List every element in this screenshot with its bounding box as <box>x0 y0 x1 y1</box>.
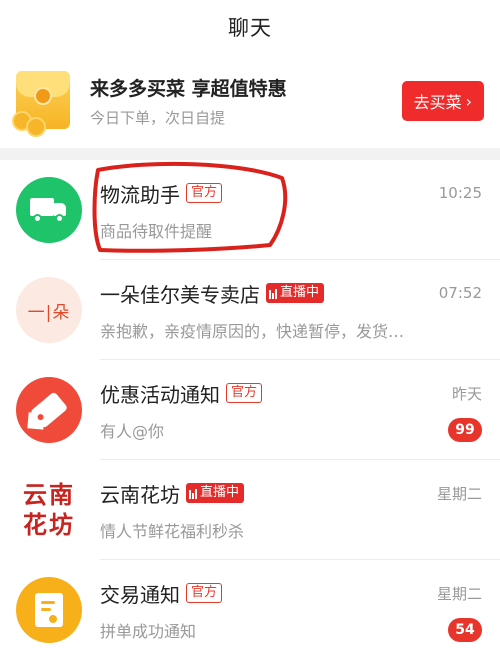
tag-icon <box>29 391 69 429</box>
shop-logo-line1: 云南 <box>23 480 75 509</box>
chat-preview: 情人节鲜花福利秒杀 <box>100 521 245 541</box>
live-badge: 直播中 <box>186 483 245 503</box>
avatar <box>16 177 82 243</box>
avatar: 云南 花坊 <box>16 477 82 543</box>
top-bar: 聊天 <box>0 0 500 54</box>
avatar <box>16 377 82 443</box>
banner-title: 来多多买菜 享超值特惠 <box>90 78 287 100</box>
buy-button-label: 去买菜 <box>413 93 462 112</box>
chat-time: 10:25 <box>438 184 482 202</box>
chevron-right-icon: › <box>465 91 472 111</box>
chat-time: 07:52 <box>438 284 482 302</box>
chat-preview: 拼单成功通知 <box>100 621 197 641</box>
official-badge: 官方 <box>186 583 223 603</box>
chat-time: 星期二 <box>436 584 482 603</box>
live-badge: 直播中 <box>266 283 325 303</box>
chat-preview: 商品待取件提醒 <box>100 221 213 241</box>
chat-name: 物流助手 <box>100 182 180 207</box>
store-logo: 一|朵 <box>27 302 71 323</box>
official-badge: 官方 <box>226 383 263 403</box>
truck-icon <box>30 198 68 223</box>
live-bars-icon <box>189 488 197 499</box>
buy-groceries-button[interactable]: 去买菜 › <box>401 81 484 121</box>
avatar <box>16 577 82 643</box>
unread-count-badge: 54 <box>448 617 482 642</box>
live-bars-icon <box>269 288 277 299</box>
document-icon <box>35 593 63 627</box>
chat-preview: 亲抱歉，亲疫情原因的，快递暂停，发货… <box>100 321 405 341</box>
chat-list: 物流助手 官方 10:25 商品待取件提醒 一|朵 一朵佳尔美专卖店 直播中 0… <box>0 160 500 660</box>
chat-preview: 有人@你 <box>100 421 165 441</box>
red-envelope-icon <box>10 65 76 137</box>
live-badge-label: 直播中 <box>200 485 240 500</box>
chat-name: 一朵佳尔美专卖店 <box>100 282 260 307</box>
chat-name: 交易通知 <box>100 582 180 607</box>
section-divider <box>0 148 500 160</box>
official-badge: 官方 <box>186 183 223 203</box>
unread-count-badge: 99 <box>448 417 482 442</box>
chat-item-transactions[interactable]: 交易通知 官方 星期二 拼单成功通知 54 <box>0 560 500 660</box>
chat-time: 星期二 <box>436 484 482 503</box>
chat-time: 昨天 <box>451 384 482 403</box>
shop-logo-line2: 花坊 <box>23 510 75 539</box>
chat-item-promotions[interactable]: 优惠活动通知 官方 昨天 有人@你 99 <box>0 360 500 460</box>
promo-banner[interactable]: 来多多买菜 享超值特惠 今日下单，次日自提 去买菜 › <box>0 54 500 148</box>
chat-item-logistics[interactable]: 物流助手 官方 10:25 商品待取件提醒 <box>0 160 500 260</box>
live-badge-label: 直播中 <box>280 285 320 300</box>
page-title: 聊天 <box>228 16 272 40</box>
chat-name: 云南花坊 <box>100 482 180 507</box>
chat-name: 优惠活动通知 <box>100 382 220 407</box>
banner-subtitle: 今日下单，次日自提 <box>90 109 226 127</box>
avatar: 一|朵 <box>16 277 82 343</box>
chat-item-store[interactable]: 一|朵 一朵佳尔美专卖店 直播中 07:52 亲抱歉，亲疫情原因的，快递暂停，发… <box>0 260 500 360</box>
shop-logo: 云南 花坊 <box>23 480 75 540</box>
chat-item-flower-shop[interactable]: 云南 花坊 云南花坊 直播中 星期二 情人节鲜花福利秒杀 <box>0 460 500 560</box>
